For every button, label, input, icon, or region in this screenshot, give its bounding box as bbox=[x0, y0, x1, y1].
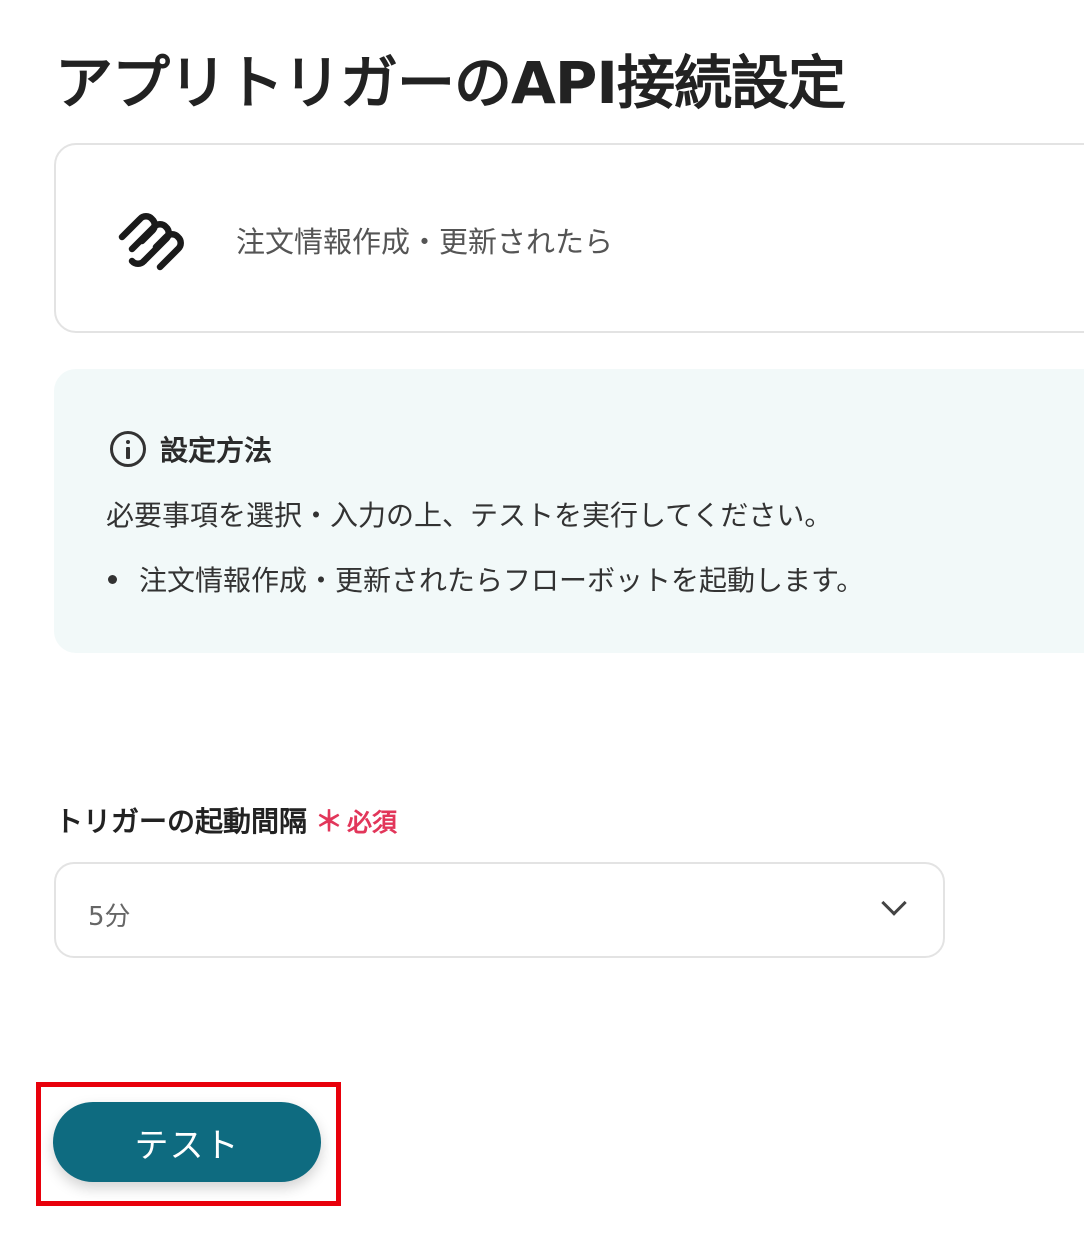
page-title: アプリトリガーのAPI接続設定 bbox=[55, 49, 846, 117]
squarespace-logo-icon bbox=[118, 213, 184, 271]
info-bullet-text: 注文情報作成・更新されたらフローボットを起動します。 bbox=[139, 564, 865, 597]
trigger-label: 注文情報作成・更新されたら bbox=[236, 225, 614, 259]
required-badge: 必須 bbox=[347, 808, 398, 837]
bullet-dot-icon bbox=[108, 574, 117, 584]
interval-field-label-row: トリガーの起動間隔 ＊ 必須 bbox=[55, 800, 397, 840]
required-asterisk-icon: ＊ bbox=[315, 805, 344, 838]
interval-select[interactable]: 5分 bbox=[54, 862, 945, 958]
info-description: 必要事項を選択・入力の上、テストを実行してください。 bbox=[106, 499, 833, 532]
info-icon bbox=[110, 431, 146, 467]
trigger-card: 注文情報作成・更新されたら bbox=[54, 143, 1084, 333]
chevron-down-icon bbox=[881, 890, 907, 916]
interval-select-value: 5分 bbox=[88, 902, 131, 932]
info-bullet-item: 注文情報作成・更新されたらフローボットを起動します。 bbox=[106, 559, 864, 599]
page: アプリトリガーのAPI接続設定 注文情報作成・更新されたら 設定方法 必要事項を… bbox=[0, 0, 1084, 1252]
test-button[interactable]: テスト bbox=[53, 1102, 321, 1182]
info-box: 設定方法 必要事項を選択・入力の上、テストを実行してください。 注文情報作成・更… bbox=[54, 369, 1084, 653]
info-heading: 設定方法 bbox=[110, 429, 272, 469]
info-heading-text: 設定方法 bbox=[160, 434, 273, 467]
interval-field-label: トリガーの起動間隔 bbox=[55, 805, 308, 838]
